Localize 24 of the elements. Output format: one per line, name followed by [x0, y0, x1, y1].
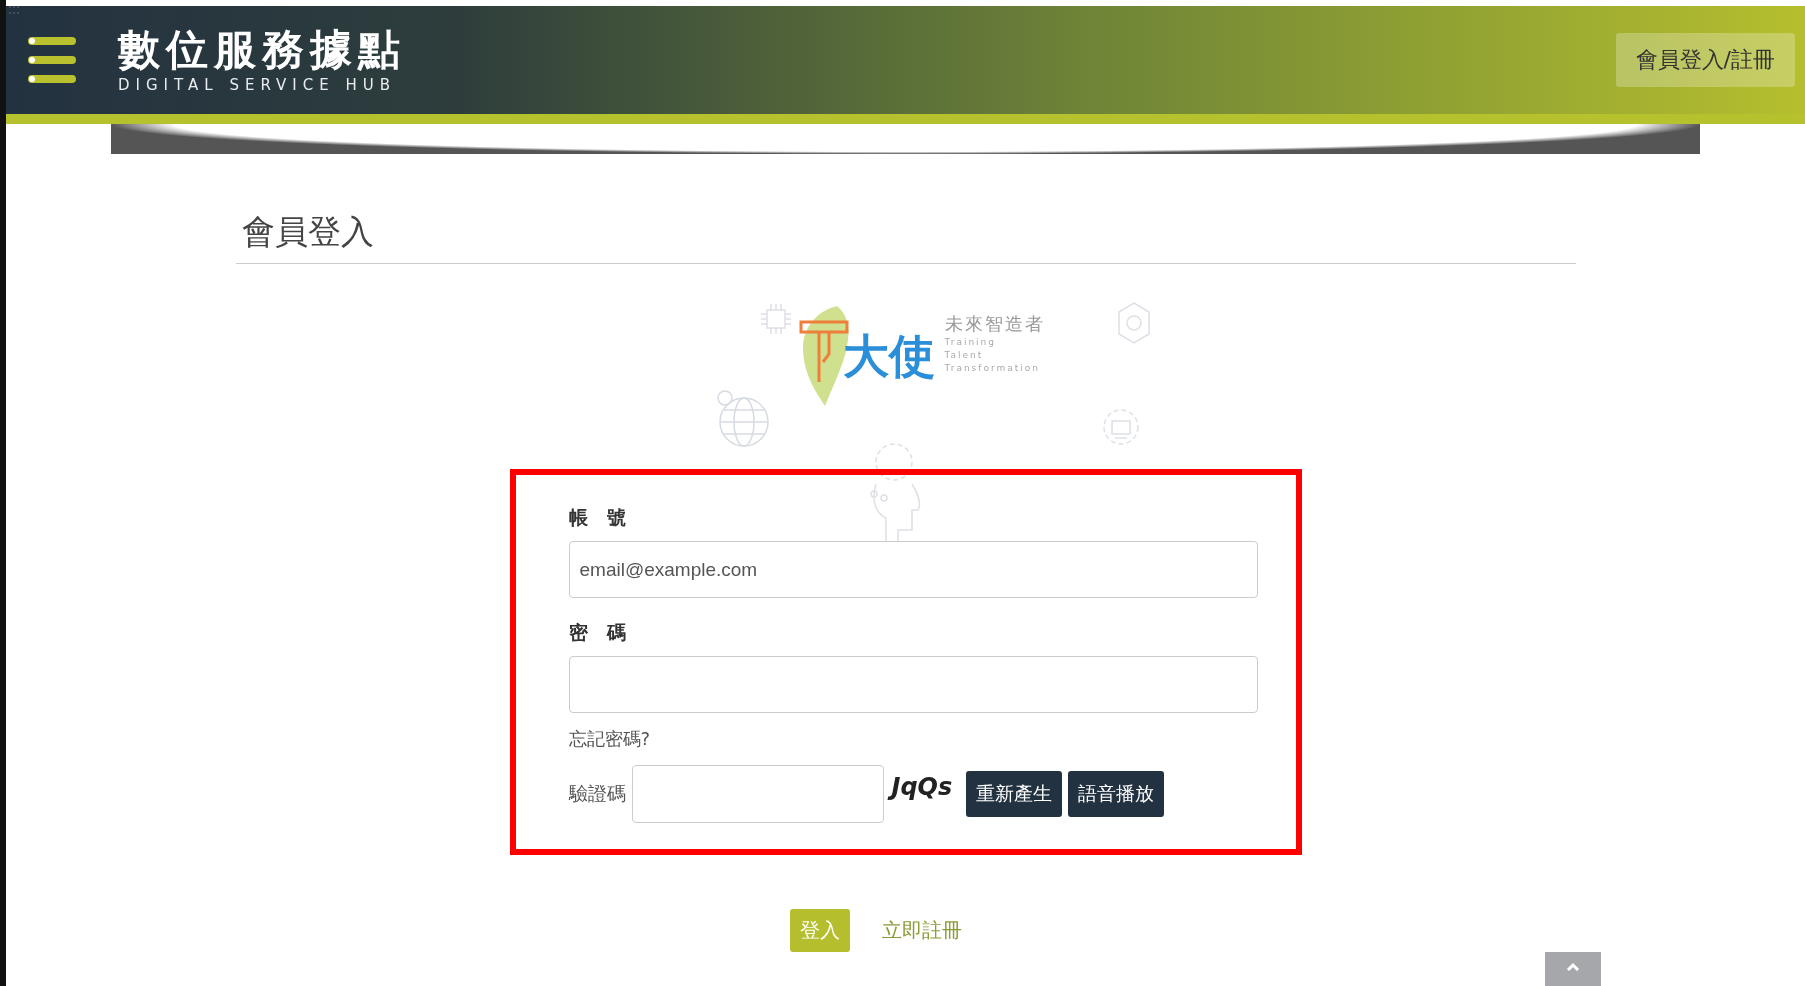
- chip-icon: [758, 302, 793, 336]
- logo-slogan: 未來智造者: [944, 312, 1045, 336]
- captcha-field[interactable]: [631, 765, 884, 823]
- site-title[interactable]: 數位服務據點: [118, 26, 406, 74]
- captcha-button[interactable]: 重新產生: [966, 771, 1063, 817]
- forgot-password-link[interactable]: 忘記密碼?: [568, 727, 651, 751]
- account-field[interactable]: email@example.com: [568, 541, 1258, 598]
- logo-tagline: Talent: [944, 349, 985, 362]
- account-label: 帳 號: [568, 505, 626, 530]
- captcha-button[interactable]: 語音播放: [1068, 771, 1165, 817]
- logo-tagline: Training: [944, 336, 997, 349]
- captcha-label: 驗證碼: [568, 781, 626, 806]
- chevron-up-icon: [1566, 962, 1580, 971]
- password-label: 密 碼: [568, 620, 626, 645]
- hexagon-icon: [1115, 300, 1152, 346]
- back-to-top-button[interactable]: [1545, 952, 1601, 986]
- logo-name: 大使: [842, 328, 935, 385]
- login-register-button[interactable]: 會員登入/註冊: [1615, 33, 1795, 87]
- page-title: 會員登入: [235, 210, 1576, 264]
- logo-tagline: Transformation: [944, 362, 1042, 375]
- menu-icon[interactable]: [26, 35, 78, 85]
- password-field[interactable]: [568, 656, 1258, 713]
- site-subtitle: DIGITAL SERVICE HUB: [118, 76, 397, 94]
- dots-icon: [8, 4, 20, 16]
